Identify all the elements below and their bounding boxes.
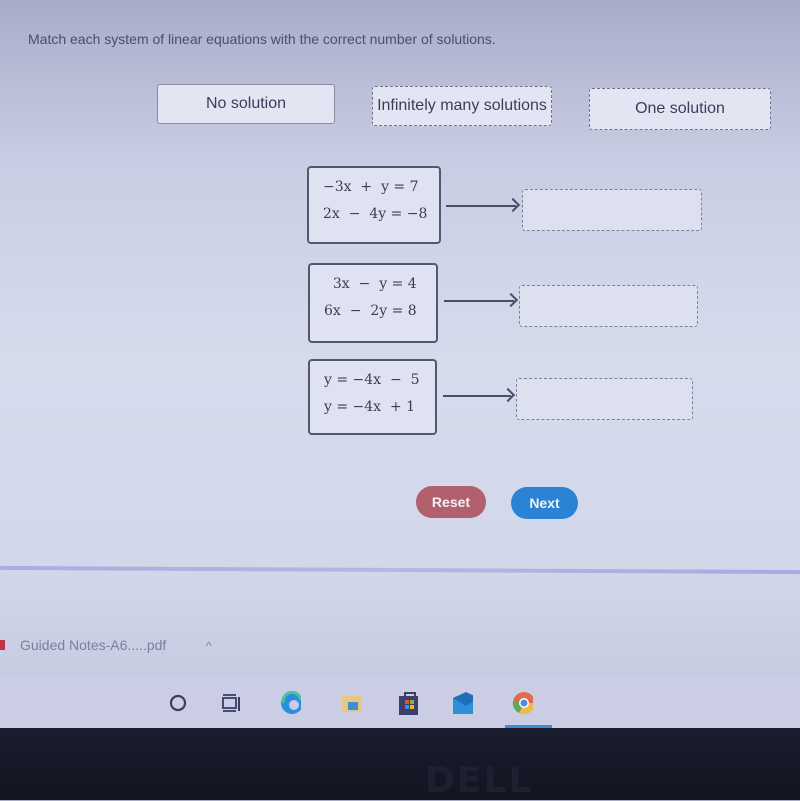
instruction-text: Match each system of linear equations wi… [28, 31, 496, 47]
task-view-icon[interactable] [221, 692, 243, 714]
drop-zone-2[interactable] [519, 285, 698, 327]
equation: 6x − 2y = 8 [324, 303, 417, 319]
download-filename[interactable]: Guided Notes-A6.....pdf [20, 637, 166, 653]
search-circle-icon[interactable] [167, 692, 189, 714]
store-icon[interactable] [396, 692, 418, 715]
arrow-icon [443, 395, 511, 397]
file-explorer-icon[interactable] [340, 692, 362, 714]
equation: y = −4x − 5 [324, 372, 420, 388]
chevron-up-icon[interactable]: ^ [206, 639, 212, 653]
drop-zone-1[interactable] [522, 189, 702, 231]
equation: −3x + y = 7 [323, 179, 419, 195]
edge-icon[interactable] [279, 690, 301, 714]
answer-tile-infinitely-many[interactable]: Infinitely many solutions [372, 86, 552, 126]
equation: 3x − y = 4 [324, 276, 417, 292]
brand-logo: DELL [425, 760, 534, 801]
divider [0, 565, 800, 575]
arrow-icon [444, 300, 514, 302]
equation: 2x − 4y = −8 [323, 206, 428, 222]
monitor-bezel [0, 728, 800, 800]
pdf-icon [0, 640, 5, 650]
answer-tile-no-solution[interactable]: No solution [157, 84, 335, 124]
mail-icon[interactable] [451, 692, 473, 714]
equation-system-3: y = −4x − 5 y = −4x + 1 [308, 359, 437, 435]
chrome-icon[interactable] [511, 692, 533, 715]
equation-system-2: 3x − y = 4 6x − 2y = 8 [308, 263, 438, 343]
answer-tile-one-solution[interactable]: One solution [589, 88, 771, 130]
next-button[interactable]: Next [511, 487, 578, 519]
reset-button[interactable]: Reset [416, 486, 486, 518]
equation: y = −4x + 1 [324, 399, 416, 415]
arrow-icon [446, 205, 516, 207]
drop-zone-3[interactable] [516, 378, 693, 420]
equation-system-1: −3x + y = 7 2x − 4y = −8 [307, 166, 441, 244]
